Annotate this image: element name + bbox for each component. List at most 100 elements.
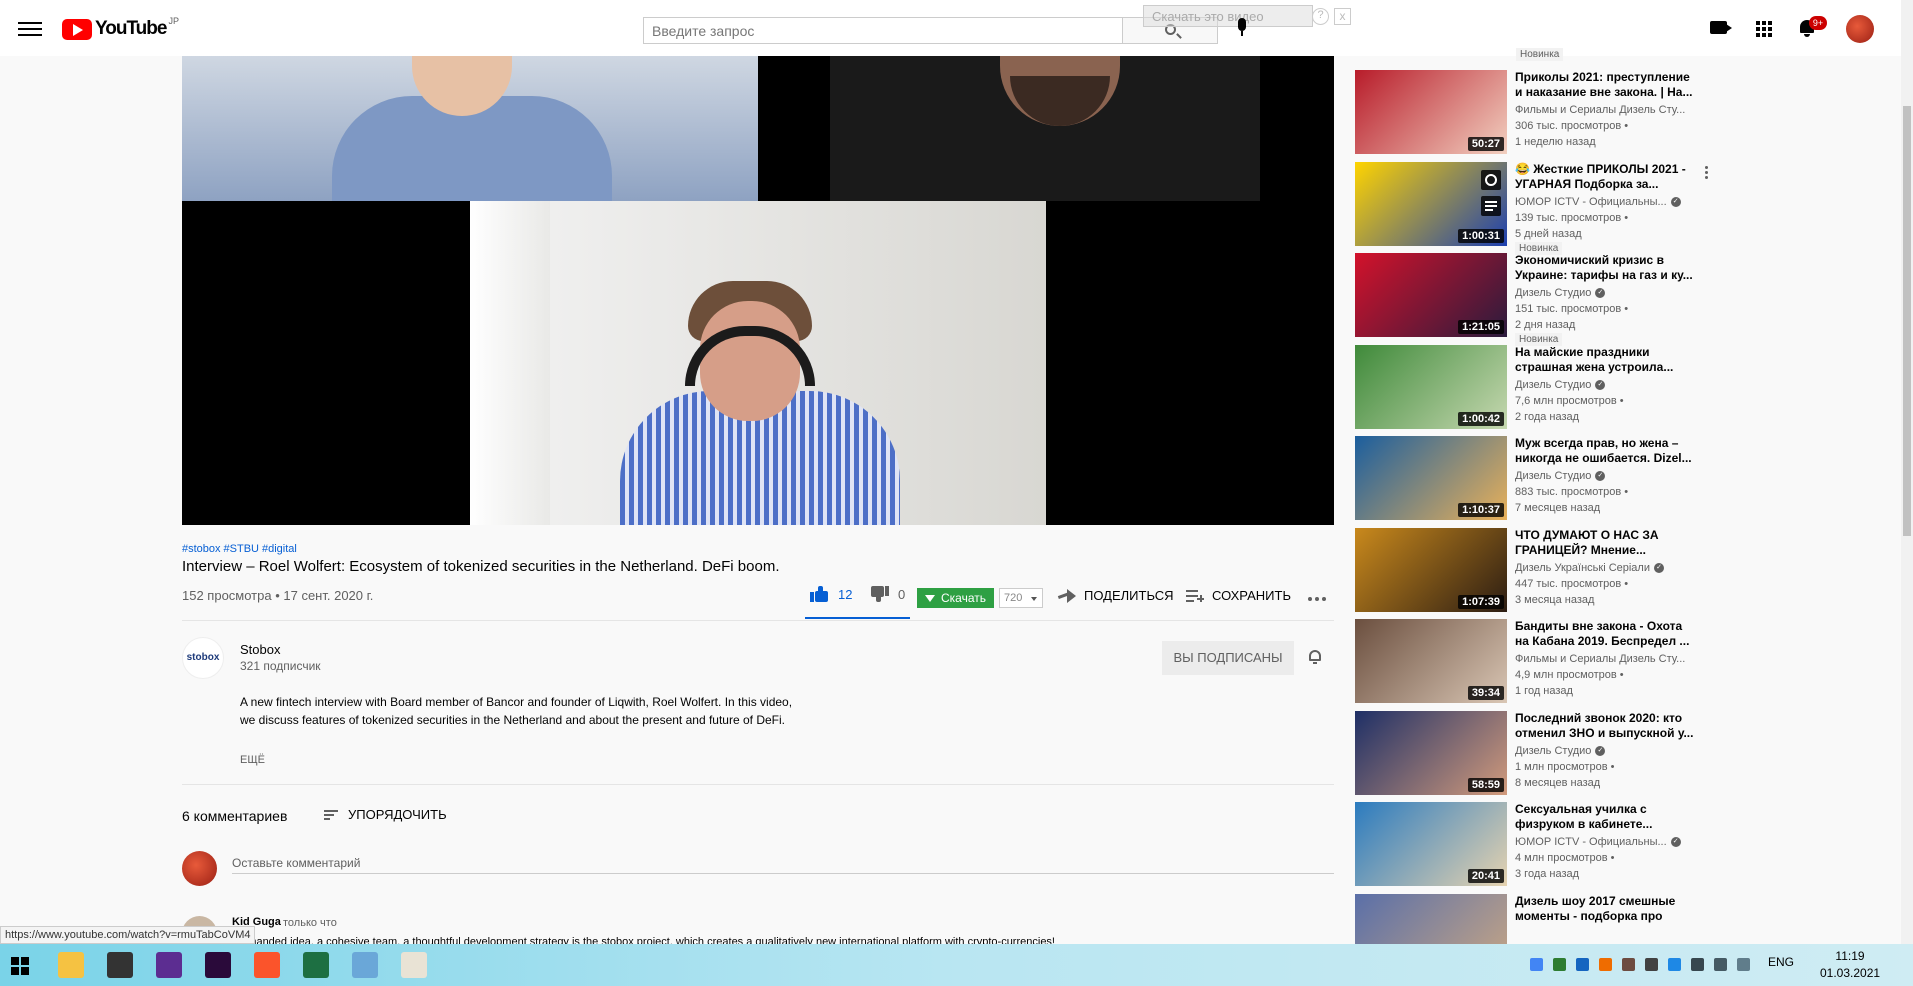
channel-name[interactable]: Фильмы и Сериалы Дизель Сту...: [1515, 653, 1697, 665]
recommended-video[interactable]: 1:10:37 Муж всегда прав, но жена – никогд…: [1355, 436, 1700, 526]
search-input[interactable]: [644, 18, 1064, 43]
taskbar-app-premiere-icon[interactable]: [205, 952, 231, 978]
hamburger-menu-icon[interactable]: [18, 18, 42, 38]
download-video-overlay[interactable]: Скачать это видео ? x: [1143, 5, 1351, 27]
channel-name[interactable]: Дизель Студио ✓: [1515, 745, 1697, 757]
video-title[interactable]: На майские праздники страшная жена устро…: [1515, 345, 1697, 375]
app-tray-icon[interactable]: [1622, 958, 1635, 971]
dislike-count: 0: [898, 586, 906, 602]
channel-name-text: Дизель Студио: [1515, 378, 1592, 391]
video-description: A new fintech interview with Board membe…: [240, 695, 793, 727]
settings-tray-icon[interactable]: [1737, 958, 1750, 971]
scrollbar-thumb[interactable]: [1903, 106, 1911, 536]
dropbox-tray-icon[interactable]: [1576, 958, 1589, 971]
apps-grid-icon[interactable]: [1756, 21, 1772, 37]
channel-name[interactable]: Дизель Студио ✓: [1515, 379, 1697, 391]
hashtag-link[interactable]: #digital: [262, 543, 297, 555]
wifi-icon[interactable]: [1714, 958, 1727, 971]
video-thumbnail[interactable]: 39:34: [1355, 619, 1507, 703]
video-thumbnail[interactable]: 1:07:39: [1355, 527, 1507, 612]
clock-date[interactable]: 01.03.2021: [1820, 966, 1880, 980]
recommended-video[interactable]: 1:21:05 Экономичиский кризис в Украине: т…: [1355, 253, 1700, 346]
download-button[interactable]: Скачать: [917, 588, 994, 608]
create-video-icon[interactable]: [1710, 21, 1732, 34]
channel-avatar[interactable]: stobox: [182, 637, 224, 679]
add-to-queue-icon[interactable]: [1481, 196, 1501, 216]
chrome-tray-icon[interactable]: [1530, 958, 1543, 971]
video-thumbnail[interactable]: 58:59: [1355, 710, 1507, 795]
subscribed-button[interactable]: ВЫ ПОДПИСАНЫ: [1162, 641, 1294, 675]
youtube-logo[interactable]: YouTube JP: [62, 16, 179, 40]
app-tray-icon[interactable]: [1668, 958, 1681, 971]
verified-check-icon: ✓: [1595, 379, 1606, 390]
taskbar-app-brave-icon[interactable]: [254, 952, 280, 978]
volume-icon[interactable]: [1645, 958, 1658, 971]
video-title[interactable]: Дизель шоу 2017 смешные моменты - подбор…: [1515, 894, 1697, 924]
comment-time[interactable]: только что: [283, 917, 337, 929]
network-tray-icon[interactable]: [1553, 958, 1566, 971]
channel-name[interactable]: Дизель Студио ✓: [1515, 287, 1697, 299]
video-title[interactable]: 😂 Жесткие ПРИКОЛЫ 2021 - УГАРНАЯ Подборк…: [1515, 162, 1697, 192]
like-button[interactable]: 12: [810, 586, 852, 602]
app-tray-icon[interactable]: [1691, 958, 1704, 971]
video-thumbnail[interactable]: [1355, 893, 1507, 944]
video-thumbnail[interactable]: 50:27: [1355, 70, 1507, 154]
video-player[interactable]: [182, 56, 1334, 525]
more-options-icon[interactable]: [1705, 166, 1708, 179]
video-title[interactable]: Экономичиский кризис в Украине: тарифы н…: [1515, 253, 1697, 283]
taskbar-app-notes-icon[interactable]: [352, 952, 378, 978]
video-thumbnail[interactable]: 1:21:05: [1355, 253, 1507, 337]
video-title[interactable]: ЧТО ДУМАЮТ О НАС ЗА ГРАНИЦЕЙ? Мнение...: [1515, 528, 1697, 558]
recommended-video[interactable]: 58:59 Последний звонок 2020: кто отменил …: [1355, 710, 1700, 801]
recommended-video[interactable]: 39:34 Бандиты вне закона - Охота на Кабан…: [1355, 619, 1700, 709]
windows-start-icon[interactable]: [11, 957, 29, 975]
taskbar-app-vs-icon[interactable]: [156, 952, 182, 978]
channel-name[interactable]: ЮМОР ICTV - Официальны... ✓: [1515, 196, 1697, 208]
more-actions-icon[interactable]: [1308, 597, 1326, 601]
taskbar-app-explorer-icon[interactable]: [58, 952, 84, 978]
recommended-video[interactable]: 1:00:42 На майские праздники страшная жен…: [1355, 344, 1700, 435]
recommended-video[interactable]: 50:27 Приколы 2021: преступление и наказа…: [1355, 70, 1700, 160]
video-thumbnail[interactable]: 1:10:37: [1355, 436, 1507, 520]
channel-name[interactable]: Stobox: [240, 642, 280, 657]
hashtag-link[interactable]: #STBU: [224, 543, 259, 555]
video-frame-participant-2: [830, 56, 1260, 201]
verified-check-icon: ✓: [1654, 562, 1664, 573]
share-button[interactable]: ПОДЕЛИТЬСЯ: [1058, 588, 1173, 603]
account-avatar[interactable]: [1846, 15, 1874, 43]
help-icon[interactable]: ?: [1312, 8, 1329, 25]
channel-name[interactable]: Фильмы и Сериалы Дизель Сту...: [1515, 104, 1697, 116]
taskbar-app-excel-icon[interactable]: [303, 952, 329, 978]
video-title[interactable]: Сексуальная училка с физруком в кабинете…: [1515, 802, 1697, 832]
clock-time[interactable]: 11:19: [1820, 949, 1880, 963]
taskbar-app-store-icon[interactable]: [107, 952, 133, 978]
watch-later-icon[interactable]: [1481, 170, 1501, 190]
close-icon[interactable]: x: [1334, 8, 1351, 25]
video-title[interactable]: Муж всегда прав, но жена – никогда не ош…: [1515, 436, 1697, 466]
video-thumbnail[interactable]: 1:00:42: [1355, 344, 1507, 429]
taskbar-app-paint-icon[interactable]: [401, 952, 427, 978]
recommended-video[interactable]: 1:07:39 ЧТО ДУМАЮТ О НАС ЗА ГРАНИЦЕЙ? Мне…: [1355, 527, 1700, 618]
video-title[interactable]: Приколы 2021: преступление и наказание в…: [1515, 70, 1697, 100]
save-button[interactable]: СОХРАНИТЬ: [1186, 588, 1291, 603]
channel-name-text: Дизель Студио: [1515, 287, 1592, 299]
dislike-button[interactable]: 0: [871, 586, 905, 602]
app-tray-icon[interactable]: [1599, 958, 1612, 971]
download-quality-select[interactable]: 720: [999, 588, 1043, 608]
sort-comments-button[interactable]: УПОРЯДОЧИТЬ: [324, 807, 447, 822]
video-title[interactable]: Бандиты вне закона - Охота на Кабана 201…: [1515, 619, 1697, 649]
comment-input[interactable]: [232, 852, 1334, 874]
channel-name[interactable]: ЮМОР ICTV - Официальны... ✓: [1515, 836, 1697, 848]
show-more-link[interactable]: ЕЩЁ: [240, 754, 265, 766]
recommended-video[interactable]: 1:00:31 😂 Жесткие ПРИКОЛЫ 2021 - УГАРНАЯ …: [1355, 161, 1700, 255]
recommended-video[interactable]: Дизель шоу 2017 смешные моменты - подбор…: [1355, 893, 1700, 944]
channel-name[interactable]: Дизель Українські Серіали ✓: [1515, 562, 1697, 574]
recommended-video[interactable]: 20:41 Сексуальная училка с физруком в каб…: [1355, 802, 1700, 892]
microphone-icon[interactable]: [1236, 18, 1248, 40]
hashtag-link[interactable]: #stobox: [182, 543, 221, 555]
channel-name[interactable]: Дизель Студио ✓: [1515, 470, 1697, 482]
video-title[interactable]: Последний звонок 2020: кто отменил ЗНО и…: [1515, 711, 1697, 741]
subscription-bell-icon[interactable]: [1309, 650, 1323, 665]
video-thumbnail[interactable]: 20:41: [1355, 802, 1507, 886]
language-indicator[interactable]: ENG: [1768, 955, 1794, 969]
